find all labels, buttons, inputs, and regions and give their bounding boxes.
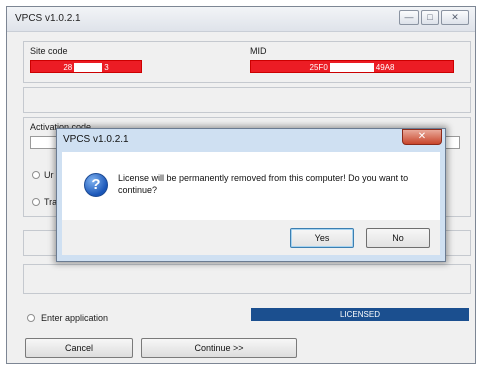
site-code-label: Site code [30,46,68,56]
option-2-radio[interactable] [32,198,40,206]
window-title: VPCS v1.0.2.1 [15,13,81,24]
minimize-button[interactable]: — [399,10,419,25]
dialog-button-bar: Yes No [62,220,440,255]
license-status-badge: LICENSED [251,308,469,321]
enter-application-radio[interactable] [27,314,35,322]
id-group: Site code 28 3 MID 25F0 49A8 [23,41,471,83]
mid-field: 25F0 49A8 [250,60,454,73]
site-code-field: 28 3 [30,60,142,73]
yes-button[interactable]: Yes [290,228,354,248]
mid-label: MID [250,46,267,56]
confirm-dialog: VPCS v1.0.2.1 ✕ ? License will be perman… [56,128,446,262]
no-button[interactable]: No [366,228,430,248]
option-1-label: Ur [44,170,54,180]
site-code-right: 3 [104,63,109,72]
title-bar: VPCS v1.0.2.1 — □ ✕ [7,7,475,32]
dialog-close-button[interactable]: ✕ [402,129,442,145]
panel-2 [23,264,471,294]
close-button[interactable]: ✕ [441,10,469,25]
option-1-radio[interactable] [32,171,40,179]
mid-right: 49A8 [375,63,395,72]
question-icon: ? [84,173,108,197]
maximize-button[interactable]: □ [421,10,439,25]
cancel-button[interactable]: Cancel [25,338,133,358]
continue-button[interactable]: Continue >> [141,338,297,358]
site-code-redaction [74,63,103,73]
dialog-title: VPCS v1.0.2.1 [63,134,129,145]
mid-redaction [329,63,374,73]
enter-application-label: Enter application [41,313,109,323]
dialog-message: License will be permanently removed from… [118,173,409,195]
dialog-body: ? License will be permanently removed fr… [62,152,440,220]
mid-left: 25F0 [309,63,328,72]
site-code-left: 28 [63,63,73,72]
info-bar [23,87,471,113]
